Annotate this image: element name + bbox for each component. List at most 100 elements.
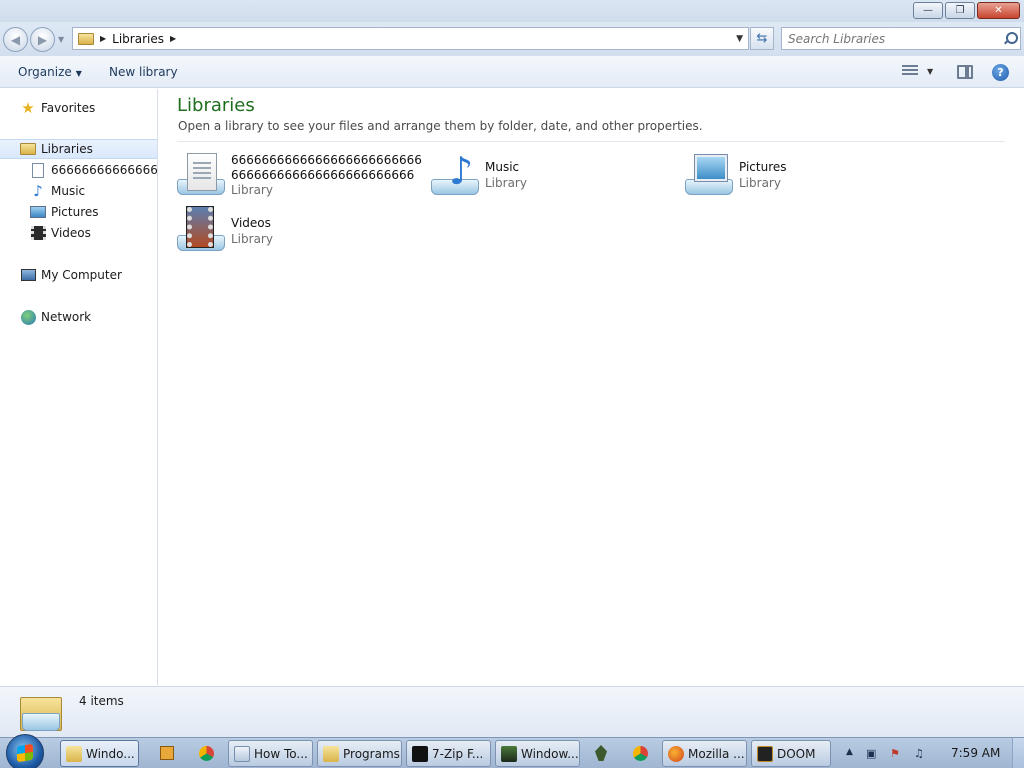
library-type: Library xyxy=(231,232,273,246)
taskbar-label: Mozilla ... xyxy=(688,746,745,761)
nav-item-library-666[interactable]: 666666666666666666 xyxy=(0,160,158,180)
taskbar: Windo... How To... Programs 7-Zip F... W… xyxy=(0,734,1024,768)
address-dropdown-icon[interactable]: ▼ xyxy=(736,34,743,44)
libraries-folder-icon xyxy=(18,691,64,733)
help-icon[interactable]: ? xyxy=(992,64,1009,81)
nav-item-label: Favorites xyxy=(41,101,96,115)
details-pane: 4 items xyxy=(0,686,1024,737)
nav-item-libraries[interactable]: Libraries xyxy=(0,139,157,159)
preview-pane-icon[interactable] xyxy=(957,65,973,79)
taskbar-button-programs[interactable]: Programs xyxy=(317,740,402,767)
search-box[interactable] xyxy=(781,27,1021,50)
page-subtitle: Open a library to see your files and arr… xyxy=(178,119,703,133)
change-view-icon[interactable] xyxy=(902,65,918,79)
restore-button[interactable]: ❐ xyxy=(945,2,975,19)
chevron-down-icon: ▼ xyxy=(75,69,82,78)
media-player-icon[interactable] xyxy=(156,742,178,764)
refresh-icon: ⇆ xyxy=(756,31,768,46)
music-note-icon: ♪ xyxy=(431,149,481,199)
library-name: Music xyxy=(485,160,520,174)
taskbar-button-mozilla[interactable]: Mozilla ... xyxy=(662,740,747,767)
back-arrow-icon: ◀ xyxy=(10,32,21,47)
library-item[interactable]: Pictures Library xyxy=(685,149,935,201)
taskbar-label: How To... xyxy=(254,746,308,761)
breadcrumb-libraries[interactable]: Libraries xyxy=(112,32,164,46)
search-icon[interactable] xyxy=(1003,32,1018,45)
dosbox-icon xyxy=(757,745,773,762)
library-name: 6666666666666666666666666666666666666666… xyxy=(231,153,422,182)
document-library-icon xyxy=(177,149,227,199)
item-count: 4 items xyxy=(79,694,124,708)
system-clock[interactable]: 7:59 AM xyxy=(951,746,1000,760)
app-icon xyxy=(501,745,517,762)
taskbar-button-doom[interactable]: DOOM xyxy=(751,740,831,767)
nav-item-label: Network xyxy=(41,310,92,324)
address-row: ◀ ▶ ▼ ▶ Libraries ▶ ▼ ⇆ xyxy=(0,22,1024,56)
taskbar-button-window[interactable]: Window... xyxy=(495,740,580,767)
taskbar-label: 7-Zip F... xyxy=(432,746,484,761)
network-globe-icon xyxy=(20,309,36,325)
breadcrumb-chevron-icon[interactable]: ▶ xyxy=(100,34,106,43)
star-icon: ★ xyxy=(21,98,35,117)
organize-label: Organize xyxy=(18,65,72,79)
back-button[interactable]: ◀ xyxy=(3,27,28,52)
libraries-folder-icon xyxy=(78,32,94,45)
firefox-icon xyxy=(668,745,684,762)
folder-icon xyxy=(323,745,339,762)
taskbar-button-7zip[interactable]: 7-Zip F... xyxy=(406,740,491,767)
show-hidden-icons-icon[interactable]: ▲ xyxy=(846,747,860,761)
action-center-flag-icon[interactable]: ⚑ xyxy=(890,747,904,761)
film-strip-icon xyxy=(177,205,227,255)
library-type: Library xyxy=(739,176,781,190)
library-item[interactable]: ♪ Music Library xyxy=(431,149,681,201)
content-area: Libraries Open a library to see your fil… xyxy=(159,89,1024,685)
taskbar-label: Window... xyxy=(521,746,579,761)
taskbar-button-explorer[interactable]: Windo... xyxy=(60,740,139,767)
new-library-button[interactable]: New library xyxy=(109,65,178,79)
document-library-icon xyxy=(30,162,46,178)
seven-zip-icon xyxy=(412,745,428,762)
volume-icon[interactable]: ♫ xyxy=(914,747,928,761)
taskbar-button-howto[interactable]: How To... xyxy=(228,740,313,767)
start-button[interactable] xyxy=(6,734,44,768)
nav-item-my-computer[interactable]: My Computer xyxy=(0,265,157,285)
nav-item-label: Videos xyxy=(51,226,91,240)
nav-item-music[interactable]: ♪ Music xyxy=(0,181,157,201)
search-input[interactable] xyxy=(788,31,998,46)
divider xyxy=(177,141,1005,142)
nav-item-label: My Computer xyxy=(41,268,122,282)
chrome-icon[interactable] xyxy=(629,742,651,764)
library-item[interactable]: 6666666666666666666666666666666666666666… xyxy=(177,149,427,201)
forward-button[interactable]: ▶ xyxy=(30,27,55,52)
nav-item-network[interactable]: Network xyxy=(0,307,157,327)
command-bar: Organize ▼ New library ▼ ? xyxy=(0,56,1024,88)
title-bar: — ❐ ✕ xyxy=(0,0,1024,22)
computer-icon xyxy=(20,268,36,283)
film-strip-icon xyxy=(30,226,46,241)
page-title: Libraries xyxy=(177,95,255,116)
view-options-chevron-icon[interactable]: ▼ xyxy=(927,67,933,76)
library-type: Library xyxy=(485,176,527,190)
close-button[interactable]: ✕ xyxy=(977,2,1020,19)
nav-item-label: 666666666666666666 xyxy=(51,163,158,177)
organize-button[interactable]: Organize ▼ xyxy=(18,65,82,79)
nav-item-pictures[interactable]: Pictures xyxy=(0,202,157,222)
nav-item-favorites[interactable]: ★ Favorites xyxy=(0,98,157,118)
refresh-button[interactable]: ⇆ xyxy=(750,27,774,50)
breadcrumb-chevron-icon[interactable]: ▶ xyxy=(170,34,176,43)
network-status-icon[interactable]: ▣ xyxy=(866,747,880,761)
music-note-icon: ♪ xyxy=(33,182,43,200)
address-bar[interactable]: ▶ Libraries ▶ ▼ xyxy=(72,27,749,50)
nav-item-label: Music xyxy=(51,184,86,198)
nav-item-videos[interactable]: Videos xyxy=(0,223,157,243)
pictures-icon xyxy=(685,149,735,199)
recent-pages-dropdown[interactable]: ▼ xyxy=(58,35,64,44)
folder-icon xyxy=(66,745,82,762)
bird-icon[interactable] xyxy=(590,742,612,764)
show-desktop-button[interactable] xyxy=(1012,738,1024,768)
taskbar-label: DOOM xyxy=(777,746,816,761)
minimize-button[interactable]: — xyxy=(913,2,943,19)
library-name: Videos xyxy=(231,216,271,230)
chrome-icon[interactable] xyxy=(195,742,217,764)
library-item[interactable]: Videos Library xyxy=(177,205,427,257)
